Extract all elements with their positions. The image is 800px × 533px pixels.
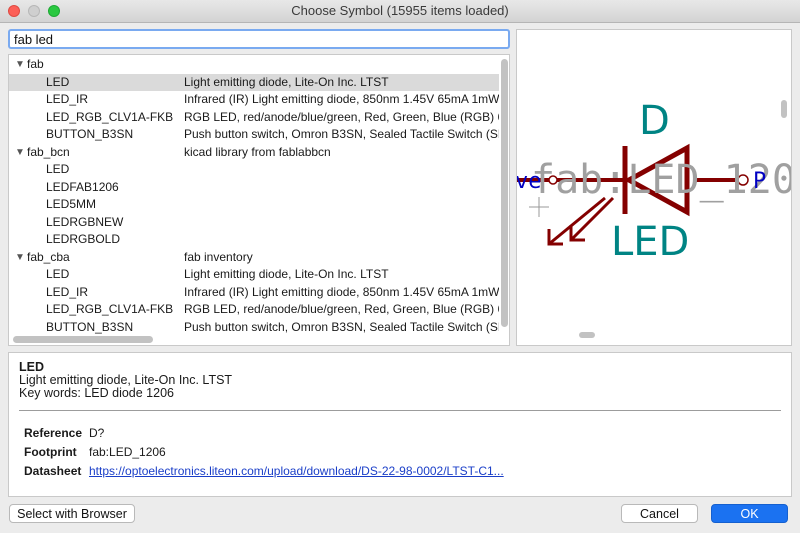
row-description: Push button switch, Omron B3SN, Sealed T… [184, 319, 499, 334]
row-description: RGB LED, red/anode/blue/green, Red, Gree… [184, 109, 499, 124]
field-value: fab:LED_1206 [89, 445, 166, 459]
field-label: Footprint [24, 445, 77, 459]
tree-horizontal-scrollbar[interactable] [13, 336, 153, 343]
row-name: BUTTON_B3SN [46, 127, 134, 141]
preview-horizontal-scrollbar[interactable] [579, 332, 595, 338]
emission-arrow-2 [548, 196, 606, 246]
datasheet-link[interactable]: https://optoelectronics.liteon.com/uploa… [89, 464, 504, 478]
row-name: LEDRGBNEW [46, 214, 124, 229]
details-divider [19, 410, 781, 411]
pin-name-right: P [753, 169, 766, 194]
row-name: LED [46, 162, 70, 176]
row-description: Light emitting diode, Lite-On Inc. LTST [184, 267, 389, 281]
cancel-button[interactable]: Cancel [621, 504, 698, 523]
library-row[interactable]: ▼ fab [9, 56, 499, 73]
details-keywords: Key words: LED diode 1206 [19, 386, 174, 400]
symbol-details-panel: LED Light emitting diode, Lite-On Inc. L… [8, 352, 792, 497]
led-symbol-drawing: fab:LED_120 ve P D LED [517, 98, 791, 265]
symbol-row[interactable]: LED_IR Infrared (IR) Light emitting diode… [9, 91, 499, 108]
row-name: LEDFAB1206 [46, 179, 119, 194]
row-description: Light emitting diode, Lite-On Inc. LTST [184, 74, 389, 89]
preview-vertical-scrollbar[interactable] [781, 100, 787, 118]
row-name: LED_RGB_CLV1A-FKB [46, 109, 174, 124]
expand-arrow-icon[interactable]: ▼ [15, 144, 25, 161]
symbol-row[interactable]: LED_RGB_CLV1A-FKB RGB LED, red/anode/blue… [9, 109, 499, 126]
details-description: Light emitting diode, Lite-On Inc. LTST [19, 373, 233, 387]
reference-field-text: D [639, 98, 670, 144]
symbol-row[interactable]: LED Light emitting diode, Lite-On Inc. LT… [9, 266, 499, 283]
row-name: fab_cba [27, 249, 70, 264]
row-description: Infrared (IR) Light emitting diode, 850n… [184, 92, 499, 106]
symbol-row[interactable]: BUTTON_B3SN Push button switch, Omron B3S… [9, 319, 499, 336]
symbol-row[interactable]: LEDFAB1206 [9, 179, 499, 196]
symbol-row[interactable]: LED_RGB_CLV1A-FKB RGB LED, red/anode/blue… [9, 301, 499, 318]
search-input[interactable] [8, 29, 510, 49]
row-description: kicad library from fablabbcn [184, 144, 331, 159]
symbol-row[interactable]: LED5MM [9, 196, 499, 213]
symbol-row[interactable]: LED_IR Infrared (IR) Light emitting diode… [9, 284, 499, 301]
title-bar: Choose Symbol (15955 items loaded) [0, 0, 800, 23]
select-with-browser-button[interactable]: Select with Browser [9, 504, 135, 523]
row-name: LED_IR [46, 92, 89, 106]
row-description: Infrared (IR) Light emitting diode, 850n… [184, 284, 499, 299]
symbol-row[interactable]: LEDRGBOLD [9, 231, 499, 248]
details-symbol-name: LED [19, 360, 44, 374]
row-description: Push button switch, Omron B3SN, Sealed T… [184, 127, 499, 141]
symbol-row[interactable]: BUTTON_B3SN Push button switch, Omron B3S… [9, 126, 499, 143]
row-description: RGB LED, red/anode/blue/green, Red, Gree… [184, 302, 499, 316]
row-name: fab [27, 57, 44, 71]
symbol-preview: fab:LED_120 ve P D LED [516, 29, 792, 346]
keywords-value: LED diode 1206 [84, 386, 174, 400]
row-name: BUTTON_B3SN [46, 319, 134, 334]
pin-name-left: ve [517, 169, 542, 194]
row-name: LED [46, 267, 70, 281]
symbol-row[interactable]: LEDRGBNEW [9, 214, 499, 231]
row-name: LEDRGBOLD [46, 232, 121, 246]
row-name: LED [46, 74, 70, 89]
ok-button[interactable]: OK [711, 504, 788, 523]
row-name: LED5MM [46, 197, 97, 211]
field-value: D? [89, 426, 105, 440]
expand-arrow-icon[interactable]: ▼ [15, 56, 25, 73]
row-description: fab inventory [184, 249, 253, 264]
row-name: fab_bcn [27, 144, 70, 159]
field-label: Reference [24, 426, 83, 440]
row-name: LED_RGB_CLV1A-FKB [46, 302, 174, 316]
expand-arrow-icon[interactable]: ▼ [15, 249, 25, 266]
tree-vertical-scrollbar[interactable] [501, 59, 508, 327]
window-title: Choose Symbol (15955 items loaded) [291, 3, 509, 18]
field-label: Datasheet [24, 464, 82, 478]
row-name: LED_IR [46, 284, 89, 299]
library-row[interactable]: ▼ fab_cba fab inventory [9, 249, 499, 266]
library-row[interactable]: ▼ fab_bcn kicad library from fablabbcn [9, 144, 499, 161]
value-field-text: LED [611, 219, 689, 265]
symbol-tree[interactable]: ▼ fab LED Light emitting diode, Lite-On Inc… [8, 54, 510, 346]
symbol-row[interactable]: LED Light emitting diode, Lite-On Inc. LT… [9, 73, 499, 91]
keywords-label: Key words: [19, 386, 81, 400]
symbol-row[interactable]: LED [9, 161, 499, 178]
